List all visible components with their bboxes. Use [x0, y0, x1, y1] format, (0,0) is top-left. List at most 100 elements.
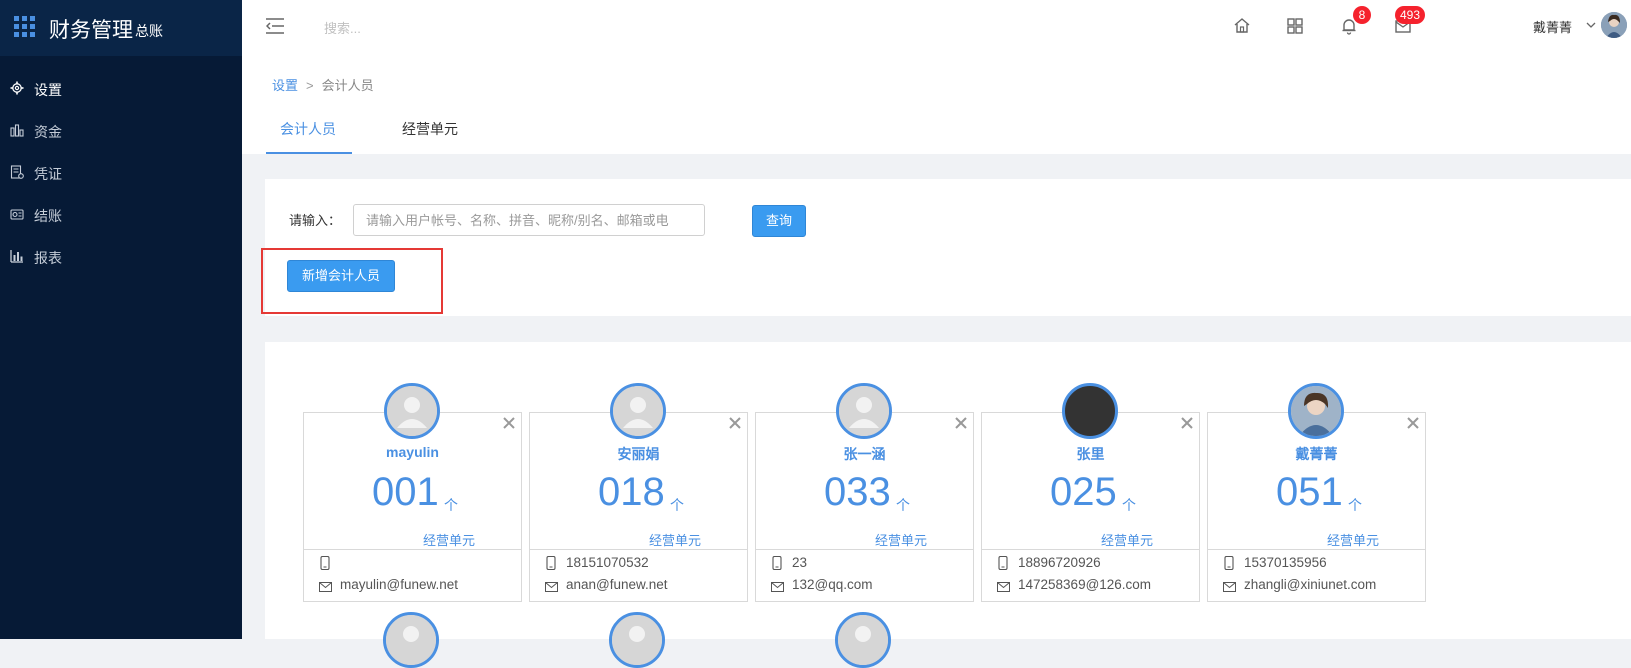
accountant-avatar: [610, 383, 666, 439]
accountant-avatar: [836, 383, 892, 439]
close-icon[interactable]: [501, 415, 517, 431]
filter-input[interactable]: [353, 204, 705, 236]
accountant-avatar: [384, 383, 440, 439]
active-tab-indicator: [266, 152, 352, 154]
breadcrumb-root-link[interactable]: 设置: [272, 78, 298, 93]
filter-label: 请输入：: [289, 213, 342, 228]
business-unit-link[interactable]: 经营单元: [1327, 530, 1379, 549]
sidebar-item-label: 设置: [34, 82, 62, 98]
tab-business-units[interactable]: 经营单元: [402, 119, 458, 139]
accountant-avatar: [835, 612, 891, 668]
tab-accountants[interactable]: 会计人员: [280, 119, 336, 139]
report-icon: [10, 250, 23, 263]
accountant-name[interactable]: 张一涵: [756, 444, 973, 464]
accountant-avatar: [1288, 383, 1344, 439]
phone-number: 18151070532: [566, 555, 649, 570]
accountant-name[interactable]: 安丽娟: [530, 444, 747, 464]
accountant-avatar: [383, 612, 439, 668]
card-divider: [1208, 549, 1425, 550]
phone-icon: [546, 556, 556, 570]
sidebar-item-label: 凭证: [34, 166, 62, 182]
page-header: 设置 > 会计人员 会计人员 经营单元: [242, 57, 1631, 154]
closing-icon: [10, 209, 24, 220]
unit-count: 051: [1276, 470, 1343, 514]
phone-icon: [772, 556, 782, 570]
notification-badge: 8: [1353, 6, 1371, 24]
unit-count: 025: [1050, 470, 1117, 514]
accountant-card[interactable]: 张里 025 个 经营单元 18896720926 147258369@126.…: [981, 383, 1200, 602]
count-unit: 个: [1348, 497, 1362, 513]
card-divider: [530, 549, 747, 550]
apps-grid-icon[interactable]: [14, 16, 36, 38]
accountant-card[interactable]: 张一涵 033 个 经营单元 23 132@qq.com: [755, 383, 974, 602]
mail-icon: [997, 582, 1010, 592]
mail-icon: [545, 582, 558, 592]
count-unit: 个: [896, 497, 910, 513]
breadcrumb-current: 会计人员: [321, 78, 374, 93]
message-badge: 493: [1395, 6, 1426, 24]
email-address: anan@funew.net: [566, 577, 668, 592]
sidebar-item-report[interactable]: 报表: [0, 237, 242, 277]
accountant-name[interactable]: 戴菁菁: [1208, 444, 1425, 464]
unit-count: 001: [372, 470, 439, 514]
accountant-cards-panel: mayulin 001 个 经营单元 mayulin@funew.net 安丽娟…: [265, 342, 1631, 668]
phone-number: 18896720926: [1018, 555, 1101, 570]
count-unit: 个: [1122, 497, 1136, 513]
apps-icon[interactable]: [1285, 16, 1305, 36]
app-title: 财务管理: [49, 19, 133, 42]
business-unit-link[interactable]: 经营单元: [1101, 530, 1153, 549]
card-divider: [756, 549, 973, 550]
gear-icon: [10, 81, 24, 95]
sidebar-item-fund[interactable]: 资金: [0, 111, 242, 151]
breadcrumb: 设置 > 会计人员: [272, 75, 374, 94]
business-unit-link[interactable]: 经营单元: [875, 530, 927, 549]
card-divider: [304, 549, 521, 550]
voucher-icon: [10, 165, 24, 179]
business-unit-link[interactable]: 经营单元: [649, 530, 701, 549]
email-address: 147258369@126.com: [1018, 577, 1152, 592]
phone-number: 15370135956: [1244, 555, 1327, 570]
brand-bar: 财务管理 总账: [0, 0, 242, 56]
phone-icon: [320, 556, 330, 570]
close-icon[interactable]: [1405, 415, 1421, 431]
accountant-name[interactable]: mayulin: [304, 444, 521, 460]
mail-icon: [319, 582, 332, 592]
count-unit: 个: [444, 497, 458, 513]
menu-toggle-icon[interactable]: [266, 18, 284, 34]
close-icon[interactable]: [727, 415, 743, 431]
phone-number: 23: [792, 555, 808, 570]
email-address: 132@qq.com: [792, 577, 873, 592]
count-unit: 个: [670, 497, 684, 513]
sidebar: 财务管理 总账 设置 资金 凭证 结账 报表: [0, 0, 242, 639]
breadcrumb-separator: >: [306, 78, 314, 93]
accountant-card[interactable]: 戴菁菁 051 个 经营单元 15370135956 zhangli@xiniu…: [1207, 383, 1426, 602]
unit-count: 033: [824, 470, 891, 514]
business-unit-link[interactable]: 经营单元: [423, 530, 475, 549]
phone-icon: [1224, 556, 1234, 570]
close-icon[interactable]: [953, 415, 969, 431]
accountant-card[interactable]: mayulin 001 个 经营单元 mayulin@funew.net: [303, 383, 522, 602]
sidebar-item-label: 报表: [34, 250, 62, 266]
accountant-name[interactable]: 张里: [982, 444, 1199, 464]
sidebar-item-voucher[interactable]: 凭证: [0, 153, 242, 193]
sidebar-item-label: 结账: [34, 208, 62, 224]
search-input[interactable]: [322, 16, 526, 40]
user-avatar[interactable]: [1601, 12, 1627, 38]
add-accountant-button[interactable]: 新增会计人员: [287, 260, 395, 292]
card-divider: [982, 549, 1199, 550]
fund-icon: [10, 124, 24, 137]
accountant-card[interactable]: 安丽娟 018 个 经营单元 18151070532 anan@funew.ne…: [529, 383, 748, 602]
sidebar-item-settings[interactable]: 设置: [0, 69, 242, 109]
filter-panel: 请输入： 查询 新增会计人员: [261, 179, 1631, 316]
sidebar-item-label: 资金: [34, 124, 62, 140]
mail-icon: [1223, 582, 1236, 592]
sidebar-item-closing[interactable]: 结账: [0, 195, 242, 235]
chevron-down-icon[interactable]: [1586, 21, 1596, 29]
mail-icon: [771, 582, 784, 592]
user-name[interactable]: 戴菁菁: [1533, 17, 1572, 36]
accountant-avatar: [1062, 383, 1118, 439]
unit-count: 018: [598, 470, 665, 514]
query-button[interactable]: 查询: [752, 205, 806, 237]
home-icon[interactable]: [1232, 16, 1252, 36]
close-icon[interactable]: [1179, 415, 1195, 431]
